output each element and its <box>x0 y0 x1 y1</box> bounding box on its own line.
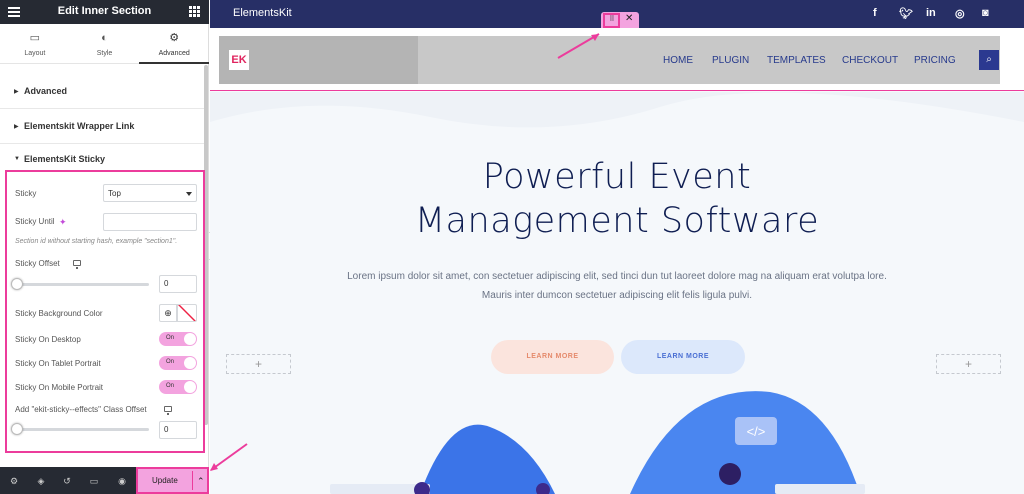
menu-icon[interactable] <box>8 7 20 17</box>
effects-offset-slider[interactable] <box>15 428 149 431</box>
sticky-desktop-label: Sticky On Desktop <box>15 335 81 344</box>
sticky-label: Sticky <box>15 189 37 198</box>
sticky-tablet-toggle[interactable]: On <box>159 356 197 370</box>
nav-home[interactable]: HOME <box>663 55 693 66</box>
facebook-icon[interactable]: f <box>873 7 877 19</box>
settings-icon[interactable]: ⚙ <box>8 475 20 487</box>
chevron-down-icon <box>186 192 192 196</box>
instagram-icon[interactable]: ◙ <box>982 7 989 19</box>
sticky-offset-label: Sticky Offset <box>15 259 60 268</box>
sticky-controls: Sticky Top Sticky Until ✦ Section id wit… <box>5 170 205 453</box>
toggle-knob <box>184 333 196 345</box>
history-icon[interactable]: ↺ <box>61 475 73 487</box>
add-section-right[interactable]: + <box>936 354 1001 374</box>
dribbble-icon[interactable]: ◎ <box>955 7 965 20</box>
sticky-offset-input[interactable]: 0 <box>159 275 197 293</box>
responsive-icon[interactable]: ▭ <box>88 475 100 487</box>
nav-checkout[interactable]: CHECKOUT <box>842 55 898 66</box>
hero-title-line1: Powerful Event <box>482 157 752 197</box>
toggle-label: On <box>166 383 175 389</box>
section-handle: ⠿ ✕ <box>601 12 639 29</box>
svg-text:</>: </> <box>747 424 766 439</box>
annotation-arrow-icon <box>210 443 248 471</box>
tab-style[interactable]: ◐ Style <box>70 24 140 63</box>
update-label: Update <box>152 476 178 485</box>
update-button[interactable]: Update ⌃ <box>136 467 209 494</box>
nav-pricing[interactable]: PRICING <box>914 55 956 66</box>
hero-subtitle-line2: Mauris inter dumcon sectetuer adipiscing… <box>481 290 753 301</box>
sticky-until-input[interactable] <box>103 213 197 231</box>
sticky-select-value: Top <box>108 189 121 198</box>
site-logo[interactable]: EK <box>229 50 249 70</box>
sticky-offset-slider-handle[interactable] <box>11 278 23 290</box>
desktop-icon[interactable] <box>164 406 172 415</box>
toggle-knob <box>184 381 196 393</box>
drag-handle-icon[interactable]: ⠿ <box>603 13 620 28</box>
desktop-icon[interactable] <box>73 260 81 269</box>
hero-subtitle-line1: Lorem ipsum dolor sit amet, con sectetue… <box>347 271 887 282</box>
panel-header: Edit Inner Section <box>0 0 209 24</box>
divider <box>192 471 193 490</box>
panel-title: Edit Inner Section <box>57 5 152 17</box>
sticky-select[interactable]: Top <box>103 184 197 202</box>
nav-templates[interactable]: TEMPLATES <box>767 55 826 66</box>
tab-style-label: Style <box>96 50 113 57</box>
widgets-grid-icon[interactable] <box>189 6 200 17</box>
search-icon[interactable]: ⌕ <box>979 50 999 70</box>
tab-advanced[interactable]: ⚙ Advanced <box>139 24 209 64</box>
hero-title-line2: Management Software <box>414 201 820 241</box>
tab-layout[interactable]: ▭ Layout <box>0 24 70 63</box>
effects-offset-slider-handle[interactable] <box>11 423 23 435</box>
section-sticky-label: ElementsKit Sticky <box>24 154 106 164</box>
section-wrapper-link[interactable]: ▶ Elementskit Wrapper Link <box>0 110 204 144</box>
tab-layout-label: Layout <box>24 50 46 57</box>
preview-icon[interactable]: ◉ <box>116 475 128 487</box>
effects-offset-input[interactable]: 0 <box>159 421 197 439</box>
sticky-desktop-toggle[interactable]: On <box>159 332 197 346</box>
linkedin-icon[interactable]: in <box>926 7 936 19</box>
sticky-until-hint: Section id without starting hash, exampl… <box>15 238 178 245</box>
globe-icon[interactable]: ⊕ <box>159 304 177 322</box>
panel-tabs: ▭ Layout ◐ Style ⚙ Advanced <box>0 24 209 64</box>
caret-right-icon: ▶ <box>14 89 19 95</box>
layout-icon: ▭ <box>29 32 41 44</box>
sticky-until-label: Sticky Until <box>15 217 55 226</box>
section-wrapper-link-label: Elementskit Wrapper Link <box>24 121 135 131</box>
toggle-label: On <box>166 335 175 341</box>
editor-panel: Edit Inner Section ▭ Layout ◐ Style ⚙ Ad… <box>0 0 209 494</box>
close-icon[interactable]: ✕ <box>625 13 633 24</box>
sticky-bg-color-label: Sticky Background Color <box>15 309 103 318</box>
hero-section: </> Powerful Event Management Software L… <box>210 92 1024 494</box>
layers-icon[interactable]: ◈ <box>35 475 47 487</box>
caret-right-icon: ▶ <box>14 124 19 130</box>
add-section-left[interactable]: + <box>226 354 291 374</box>
style-icon: ◐ <box>101 32 108 44</box>
twitter-icon[interactable]: 🐦︎ <box>899 7 913 20</box>
nav-section: EK HOME PLUGIN TEMPLATES CHECKOUT PRICIN… <box>210 28 1024 91</box>
annotation-arrow-icon <box>557 33 600 59</box>
sticky-mobile-toggle[interactable]: On <box>159 380 197 394</box>
learn-more-button-secondary[interactable]: LEARN MORE <box>621 340 745 374</box>
navbar: EK HOME PLUGIN TEMPLATES CHECKOUT PRICIN… <box>219 36 1000 84</box>
toggle-knob <box>184 357 196 369</box>
ai-sparkle-icon[interactable]: ✦ <box>59 217 67 228</box>
chevron-up-icon[interactable]: ⌃ <box>197 476 205 487</box>
toggle-label: On <box>166 359 175 365</box>
site-brand: ElementsKit <box>233 7 292 19</box>
sticky-offset-slider[interactable] <box>15 283 149 286</box>
tab-advanced-label: Advanced <box>158 50 190 57</box>
sticky-mobile-label: Sticky On Mobile Portrait <box>15 383 104 392</box>
nav-plugin[interactable]: PLUGIN <box>712 55 749 66</box>
learn-more-button-primary[interactable]: LEARN MORE <box>491 340 614 374</box>
sticky-tablet-label: Sticky On Tablet Portrait <box>15 359 101 368</box>
preview-canvas: ElementsKit f 🐦︎ in ◎ ◙ ⠿ ✕ EK HOME PLUG… <box>210 0 1024 494</box>
section-advanced[interactable]: ▶ Advanced <box>0 75 204 109</box>
gear-icon: ⚙ <box>169 32 180 44</box>
section-advanced-label: Advanced <box>24 86 68 96</box>
color-picker-button[interactable] <box>177 304 197 322</box>
sticky-effects-label: Add "ekit-sticky--effects" Class Offset <box>15 405 147 414</box>
caret-down-icon: ▼ <box>14 156 20 162</box>
